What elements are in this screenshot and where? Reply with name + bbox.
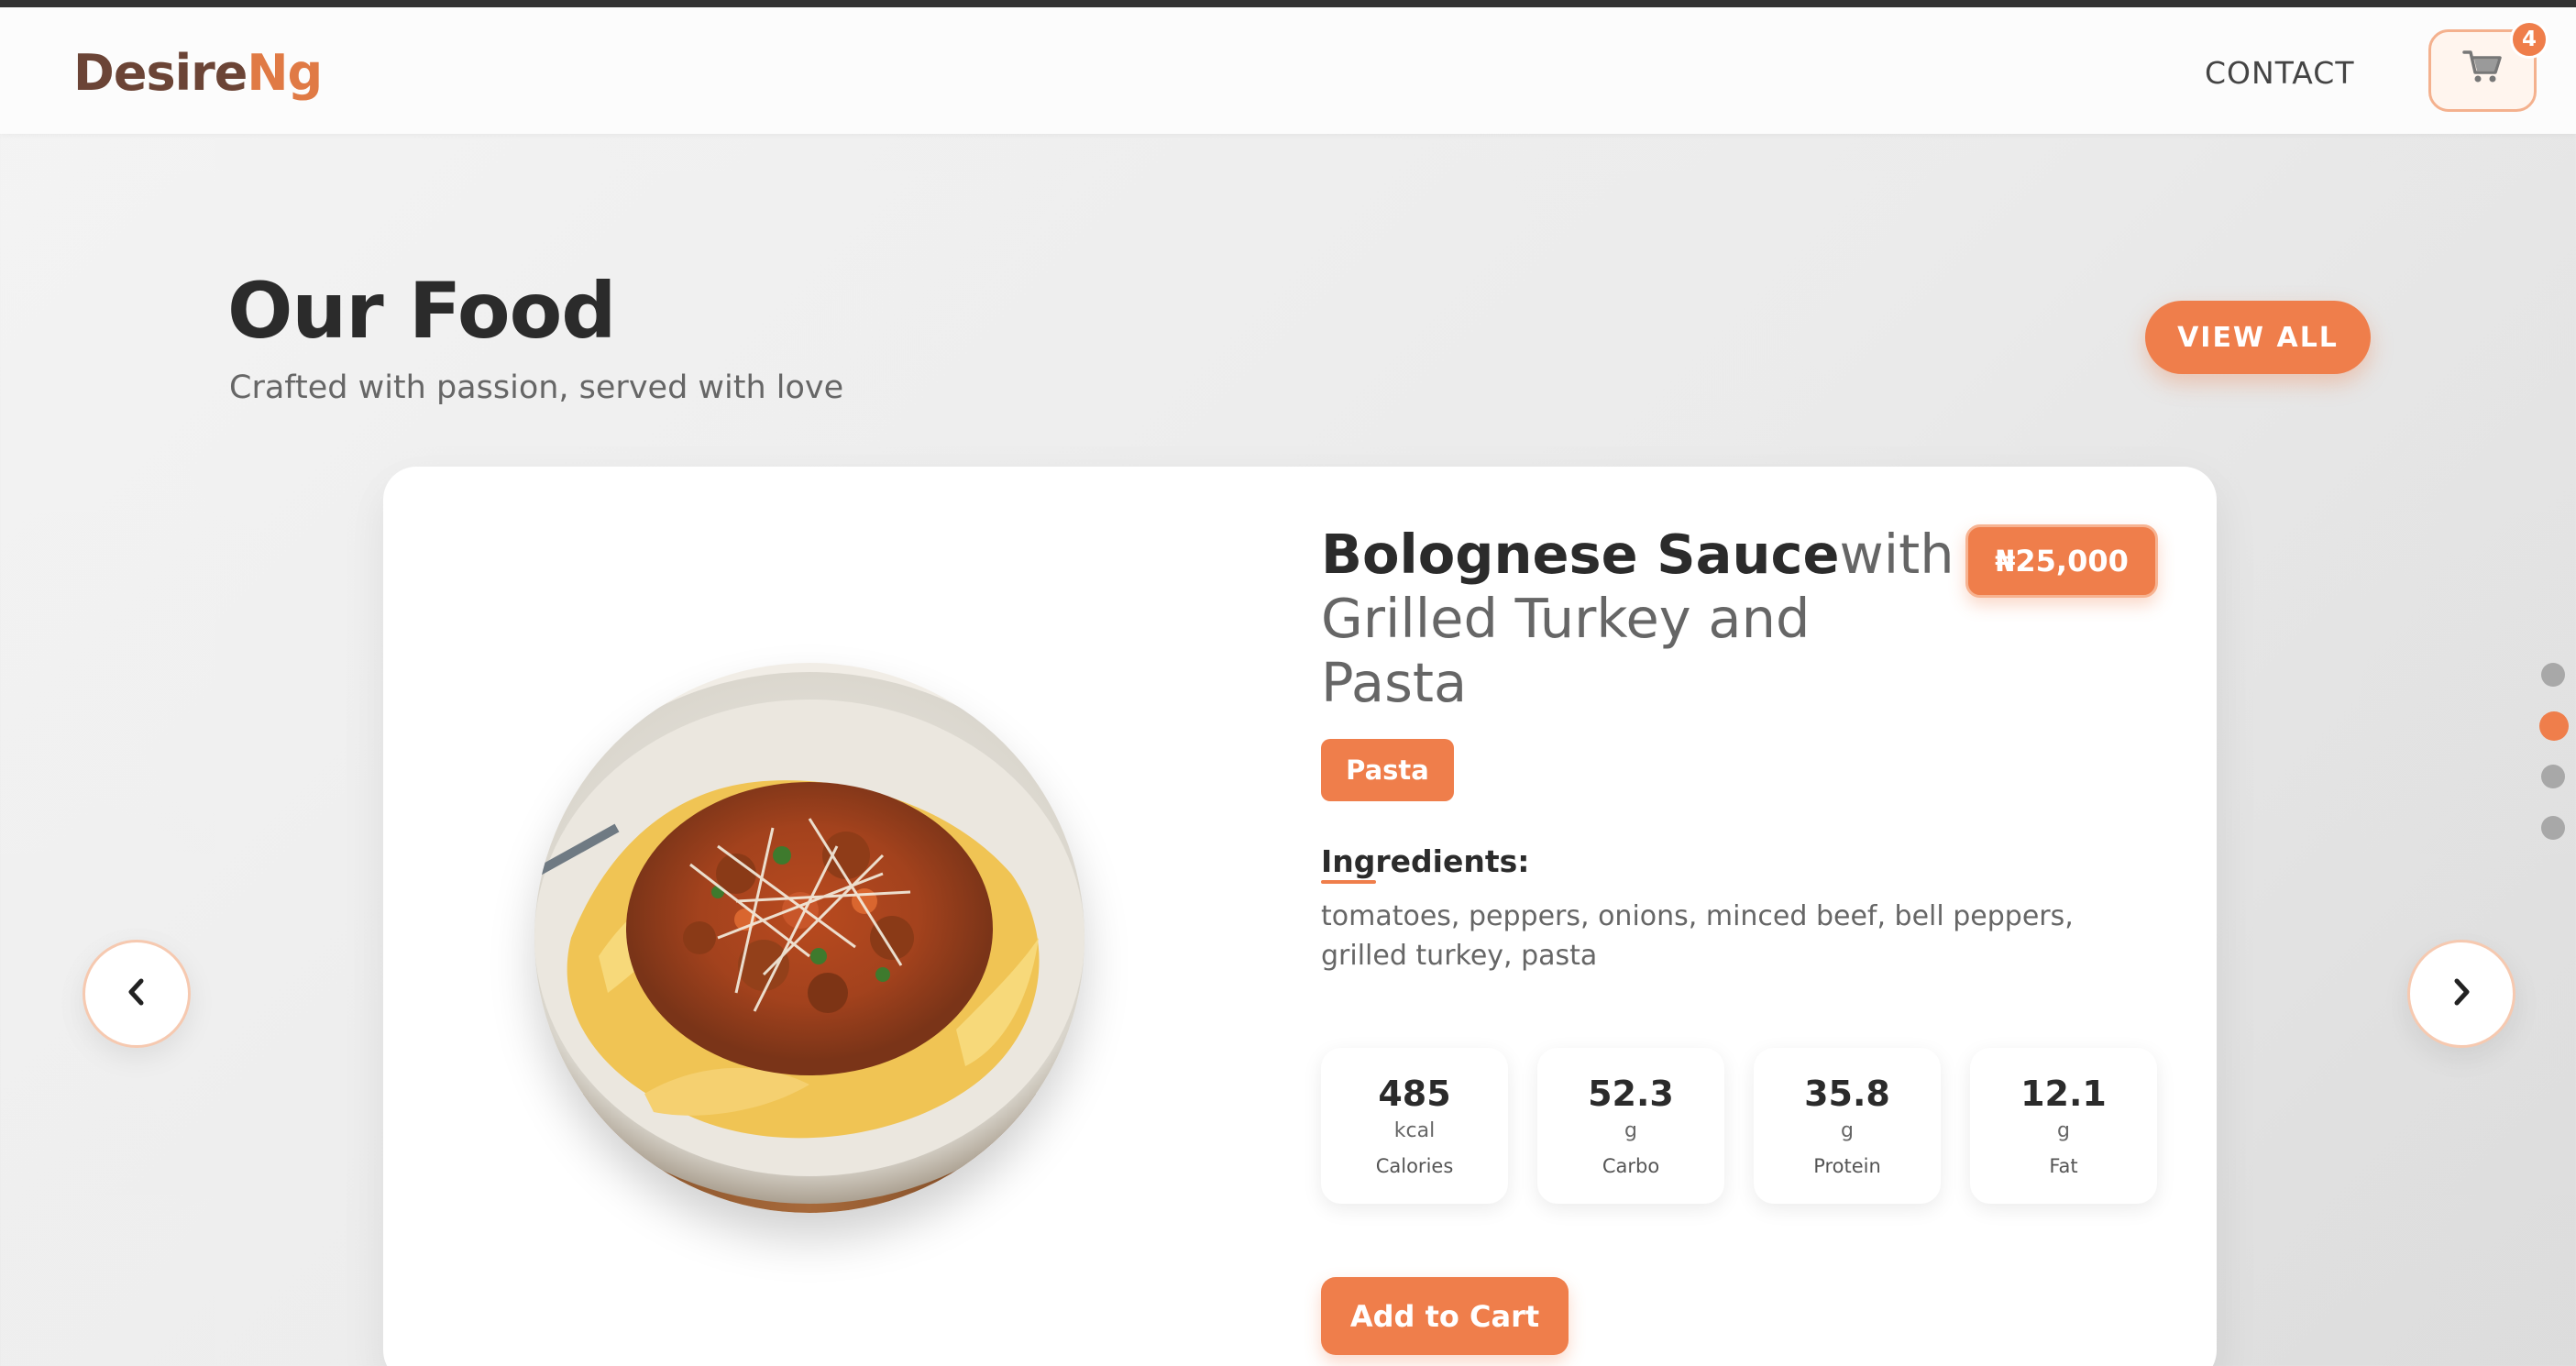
- food-title: Bolognese Saucewith Grilled Turkey and P…: [1321, 523, 1963, 715]
- price-badge: ₦25,000: [1965, 524, 2158, 598]
- section-subtitle: Crafted with passion, served with love: [229, 369, 844, 406]
- view-all-button[interactable]: VIEW ALL: [2145, 301, 2371, 374]
- nutrition-unit: g: [2057, 1119, 2070, 1142]
- logo-part-1: Desire: [73, 44, 248, 102]
- slide-dot-4[interactable]: [2541, 816, 2565, 840]
- next-slide-button[interactable]: [2407, 940, 2515, 1048]
- nutrition-card-fat: 12.1 g Fat: [1970, 1048, 2157, 1204]
- nutrition-card-protein: 35.8 g Protein: [1754, 1048, 1941, 1204]
- section-title: Our Food: [227, 266, 616, 356]
- logo-part-2: Ng: [247, 44, 323, 102]
- food-image: [534, 663, 1084, 1213]
- navbar: DesireNg CONTACT: [0, 7, 2576, 134]
- add-to-cart-button[interactable]: Add to Cart: [1321, 1277, 1569, 1355]
- logo[interactable]: DesireNg: [73, 44, 323, 102]
- nutrition-label: Calories: [1375, 1155, 1454, 1177]
- category-tag[interactable]: Pasta: [1321, 739, 1454, 801]
- nutrition-card-carbo: 52.3 g Carbo: [1537, 1048, 1724, 1204]
- nutrition-value: 52.3: [1588, 1074, 1674, 1114]
- cart-count-badge: 4: [2510, 20, 2548, 59]
- food-name-bold: Bolognese Sauce: [1321, 523, 1840, 586]
- cart-icon: [2462, 49, 2503, 94]
- nutrition-value: 12.1: [2020, 1074, 2107, 1114]
- nutrition-label: Protein: [1813, 1155, 1881, 1177]
- nav-contact-link[interactable]: CONTACT: [2205, 55, 2355, 91]
- slide-dot-2-active[interactable]: [2539, 711, 2569, 741]
- top-border: [0, 0, 2576, 7]
- chevron-right-icon: [2448, 976, 2475, 1011]
- nutrition-unit: kcal: [1393, 1119, 1436, 1142]
- nutrition-label: Fat: [2049, 1155, 2078, 1177]
- nutrition-label: Carbo: [1602, 1155, 1660, 1177]
- slide-dot-3[interactable]: [2541, 765, 2565, 788]
- nutrition-card-calories: 485 kcal Calories: [1321, 1048, 1508, 1204]
- nutrition-value: 35.8: [1804, 1074, 1890, 1114]
- ingredients-underline: [1321, 880, 1376, 884]
- ingredients-label: Ingredients:: [1321, 843, 1530, 879]
- nutrition-unit: g: [1841, 1119, 1854, 1142]
- prev-slide-button[interactable]: [83, 940, 191, 1048]
- slide-dot-1[interactable]: [2541, 663, 2565, 687]
- chevron-left-icon: [123, 976, 150, 1011]
- ingredients-text: tomatoes, peppers, onions, minced beef, …: [1321, 900, 2074, 972]
- nutrition-value: 485: [1378, 1074, 1451, 1114]
- nutrition-unit: g: [1624, 1119, 1637, 1142]
